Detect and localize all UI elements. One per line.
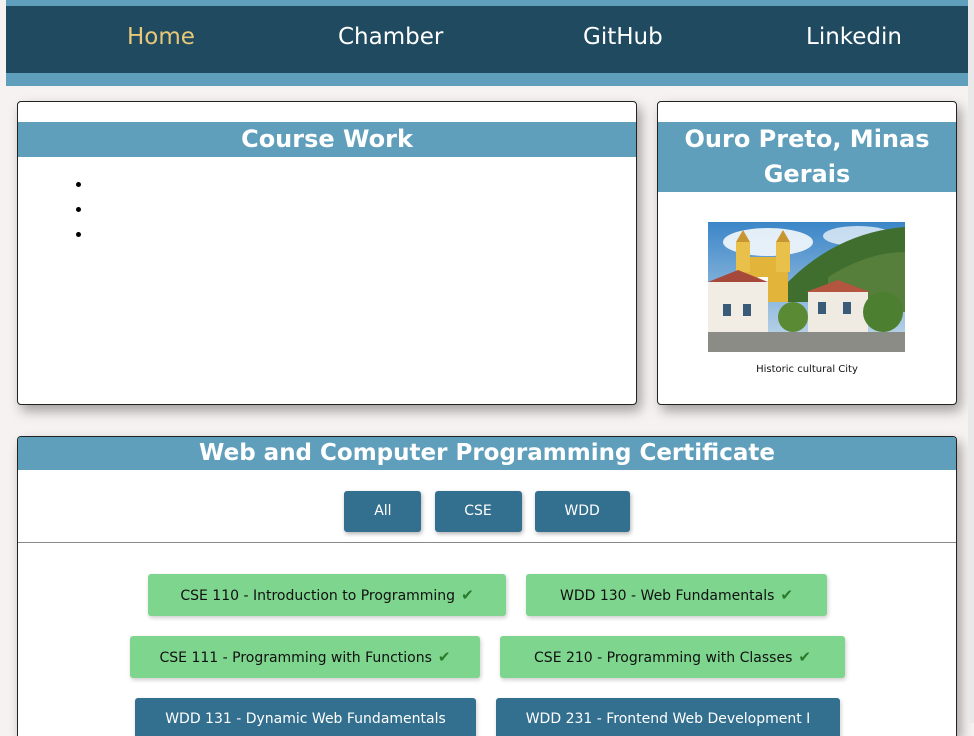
scrollbar[interactable] bbox=[968, 0, 974, 723]
course-wdd130-button[interactable]: WDD 130 - Web Fundamentals ✔ bbox=[526, 574, 827, 616]
course-label: CSE 111 - Programming with Functions bbox=[159, 650, 432, 666]
place-card: Ouro Preto, Minas Gerais Historic cultur… bbox=[657, 101, 957, 405]
course-work-title: Course Work bbox=[18, 122, 636, 157]
course-label: WDD 131 - Dynamic Web Fundamentals bbox=[165, 711, 446, 727]
filter-cse-button[interactable]: CSE bbox=[434, 491, 522, 532]
place-image bbox=[708, 222, 905, 352]
checkmark-icon: ✔ bbox=[437, 648, 451, 666]
main-nav: Home Chamber GitHub Linkedin bbox=[6, 6, 968, 73]
place-caption: Historic cultural City bbox=[756, 364, 858, 375]
nav-link-chamber[interactable]: Chamber bbox=[338, 24, 443, 50]
course-label: WDD 231 - Frontend Web Development I bbox=[525, 711, 811, 727]
course-wdd131-button[interactable]: WDD 131 - Dynamic Web Fundamentals bbox=[135, 698, 476, 736]
certificate-card: Web and Computer Programming Certificate… bbox=[17, 436, 957, 736]
nav-link-linkedin[interactable]: Linkedin bbox=[806, 24, 902, 50]
list-item bbox=[93, 175, 636, 200]
course-cse111-button[interactable]: CSE 111 - Programming with Functions ✔ bbox=[130, 636, 480, 678]
certificate-title: Web and Computer Programming Certificate bbox=[18, 437, 956, 470]
nav-link-github[interactable]: GitHub bbox=[583, 24, 663, 50]
course-label: CSE 110 - Introduction to Programming bbox=[180, 588, 456, 604]
list-item bbox=[93, 225, 636, 250]
filter-wdd-button[interactable]: WDD bbox=[534, 491, 630, 532]
filter-bar: All CSE WDD bbox=[18, 491, 956, 532]
course-label: CSE 210 - Programming with Classes bbox=[534, 650, 793, 666]
course-work-card: Course Work bbox=[17, 101, 637, 405]
checkmark-icon: ✔ bbox=[798, 648, 811, 666]
checkmark-icon: ✔ bbox=[780, 586, 793, 604]
course-work-list bbox=[18, 175, 636, 250]
divider bbox=[18, 542, 956, 543]
course-wdd231-button[interactable]: WDD 231 - Frontend Web Development I bbox=[496, 698, 840, 736]
header: Home Chamber GitHub Linkedin bbox=[6, 0, 968, 86]
filter-all-button[interactable]: All bbox=[344, 491, 422, 532]
course-cse110-button[interactable]: CSE 110 - Introduction to Programming ✔ bbox=[148, 574, 506, 616]
course-cse210-button[interactable]: CSE 210 - Programming with Classes ✔ bbox=[500, 636, 845, 678]
course-label: WDD 130 - Web Fundamentals bbox=[560, 588, 775, 604]
list-item bbox=[93, 200, 636, 225]
checkmark-icon: ✔ bbox=[461, 586, 474, 604]
place-title: Ouro Preto, Minas Gerais bbox=[658, 122, 956, 192]
nav-link-home[interactable]: Home bbox=[127, 24, 195, 50]
